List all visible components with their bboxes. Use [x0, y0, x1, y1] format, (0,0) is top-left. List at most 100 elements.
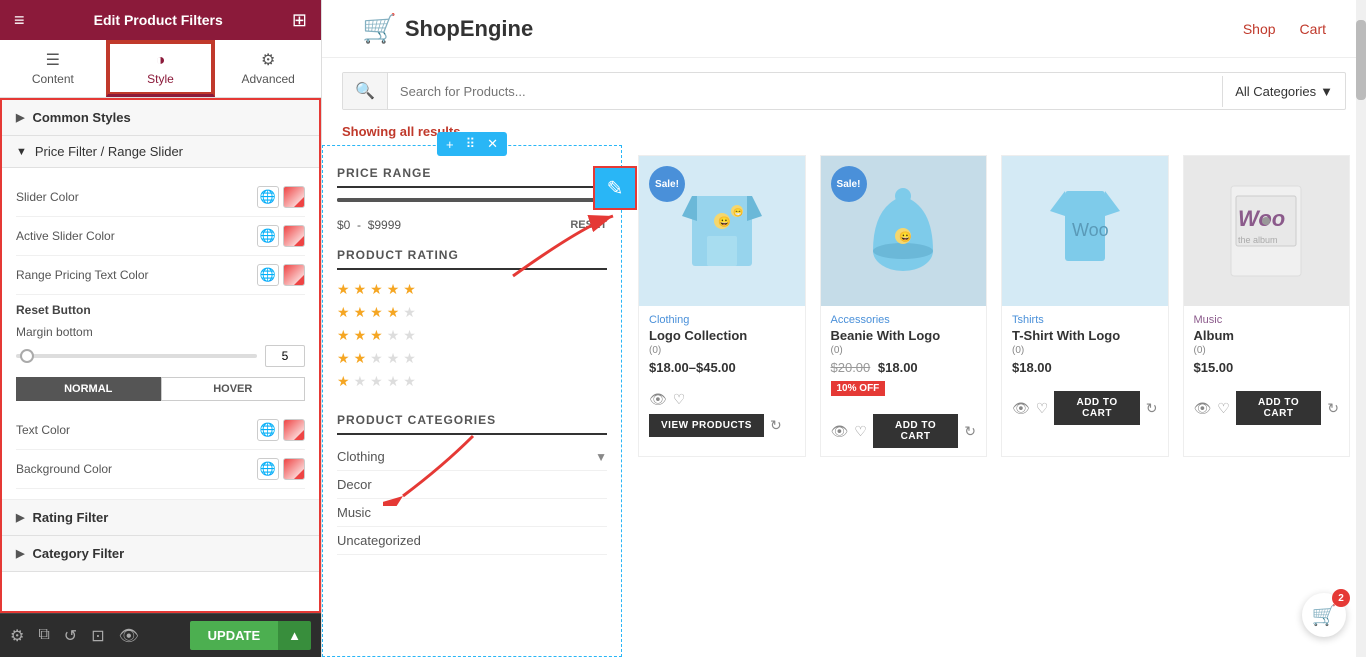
slider-color-swatch[interactable] [283, 186, 305, 208]
scrollbar[interactable] [1356, 0, 1366, 657]
view-products-btn-1[interactable]: VIEW PRODUCTS [649, 414, 764, 437]
bg-color-globe[interactable]: 🌐 [257, 458, 279, 480]
product-img-2: Sale! 😀 [821, 156, 987, 306]
menu-icon[interactable]: ≡ [14, 10, 25, 31]
active-slider-color-swatch[interactable] [283, 225, 305, 247]
edit-pencil-icon: ✎ [607, 176, 624, 201]
category-uncategorized[interactable]: Uncategorized [337, 527, 607, 555]
category-select[interactable]: All Categories ▼ [1222, 76, 1345, 107]
active-slider-color-icons: 🌐 [257, 225, 305, 247]
heart-icon-1[interactable]: ♡ [673, 391, 686, 408]
margin-bottom-slider-thumb[interactable] [20, 349, 34, 363]
nav-cart[interactable]: Cart [1300, 21, 1326, 37]
price-reset-btn[interactable]: RESET [570, 219, 607, 231]
bg-color-swatch[interactable] [283, 458, 305, 480]
slider-color-icons: 🌐 [257, 186, 305, 208]
settings-icon[interactable]: ⚙ [10, 626, 24, 646]
price-slider[interactable] [337, 198, 607, 202]
category-music[interactable]: Music [337, 499, 607, 527]
nav-shop[interactable]: Shop [1243, 21, 1276, 37]
cart-icon: 🛒 [1312, 603, 1337, 628]
heart-icon-2[interactable]: ♡ [854, 423, 867, 440]
rating-2-row[interactable]: ★ ★ ★ ★ ★ [337, 347, 607, 370]
svg-text:😀: 😀 [718, 216, 730, 228]
active-slider-color-globe[interactable]: 🌐 [257, 225, 279, 247]
shop-logo-icon: 🛒 [362, 12, 397, 45]
scrollbar-thumb[interactable] [1356, 20, 1366, 100]
product-category-3: Tshirts [1012, 314, 1158, 326]
eye-icon-4[interactable]: 👁 [1194, 400, 1212, 417]
margin-bottom-input[interactable] [265, 345, 305, 367]
range-pricing-text-color-globe[interactable]: 🌐 [257, 264, 279, 286]
widget-add-btn[interactable]: + [443, 135, 457, 154]
search-input[interactable] [388, 76, 1222, 107]
add-to-cart-btn-2[interactable]: ADD TO CART [873, 414, 958, 448]
product-actions-4: 👁 ♡ ADD TO CART ↻ [1184, 387, 1350, 433]
category-clothing[interactable]: Clothing ▼ [337, 443, 607, 471]
slider-color-globe[interactable]: 🌐 [257, 186, 279, 208]
add-to-cart-btn-4[interactable]: ADD TO CART [1236, 391, 1321, 425]
eye-icon-3[interactable]: 👁 [1012, 400, 1030, 417]
text-color-icons: 🌐 [257, 419, 305, 441]
tab-content[interactable]: ☰ Content [0, 40, 106, 97]
price-min: $0 - $9999 [337, 218, 401, 232]
product-actions-3: 👁 ♡ ADD TO CART ↻ [1002, 387, 1168, 433]
range-pricing-text-color-swatch[interactable] [283, 264, 305, 286]
add-to-cart-btn-3[interactable]: ADD TO CART [1054, 391, 1139, 425]
active-slider-color-row: Active Slider Color 🌐 [16, 217, 305, 256]
normal-state-btn[interactable]: NORMAL [16, 377, 161, 401]
svg-text:the album: the album [1238, 235, 1278, 245]
rating-4-row[interactable]: ★ ★ ★ ★ ★ [337, 301, 607, 324]
tab-advanced[interactable]: ⚙ Advanced [215, 40, 321, 97]
layers-icon[interactable]: ⧉ [38, 626, 49, 646]
product-img-1: Sale! 😀 😁 [639, 156, 805, 306]
refresh-icon-2[interactable]: ↻ [964, 423, 976, 440]
update-arrow-button[interactable]: ▲ [278, 621, 311, 650]
heart-icon-3[interactable]: ♡ [1036, 400, 1049, 417]
refresh-icon-1[interactable]: ↻ [770, 417, 782, 434]
rating-filter-header[interactable]: ▶ Rating Filter [2, 500, 319, 536]
grid-icon[interactable]: ⊞ [292, 10, 307, 31]
shop-logo: 🛒 ShopEngine [362, 12, 533, 45]
update-group: UPDATE ▲ [190, 621, 311, 650]
widget-move-btn[interactable]: ⠿ [463, 134, 479, 154]
svg-text:😁: 😁 [733, 208, 743, 217]
rating-3-row[interactable]: ★ ★ ★ ★ ★ [337, 324, 607, 347]
text-color-globe[interactable]: 🌐 [257, 419, 279, 441]
left-panel: ≡ Edit Product Filters ⊞ ☰ Content ◑ Sty… [0, 0, 322, 657]
eye-icon-2[interactable]: 👁 [831, 423, 849, 440]
star-filled-4: ★ [387, 281, 400, 298]
rating-1-row[interactable]: ★ ★ ★ ★ ★ [337, 370, 607, 393]
tab-style[interactable]: ◑ Style [106, 40, 216, 97]
product-price-3: $18.00 [1012, 360, 1158, 375]
heart-icon-4[interactable]: ♡ [1217, 400, 1230, 417]
cart-icon-wrap[interactable]: 🛒 2 [1302, 593, 1346, 637]
bg-color-row: Background Color 🌐 [16, 450, 305, 489]
responsive-icon[interactable]: ⊡ [91, 626, 104, 646]
widget-close-btn[interactable]: ✕ [484, 134, 501, 154]
panel-tabs: ☰ Content ◑ Style ⚙ Advanced [0, 40, 321, 98]
content-tab-icon: ☰ [0, 50, 106, 70]
common-styles-header[interactable]: ▶ Common Styles [2, 100, 319, 136]
old-price-2: $20.00 [831, 360, 871, 375]
hover-state-btn[interactable]: HOVER [161, 377, 306, 401]
edit-icon-overlay[interactable]: ✎ [593, 166, 637, 210]
category-decor[interactable]: Decor [337, 471, 607, 499]
margin-bottom-slider-track[interactable] [16, 354, 257, 358]
star-filled-3: ★ [370, 281, 383, 298]
price-filter-header[interactable]: ▼ Price Filter / Range Slider [2, 136, 319, 168]
product-img-4: Woo the album [1184, 156, 1350, 306]
widget-toolbar: + ⠿ ✕ [437, 132, 507, 156]
text-color-swatch[interactable] [283, 419, 305, 441]
eye-icon-1[interactable]: 👁 [649, 391, 667, 408]
history-icon[interactable]: ↺ [64, 626, 77, 646]
refresh-icon-3[interactable]: ↻ [1146, 400, 1158, 417]
rating-5-row[interactable]: ★ ★ ★ ★ ★ [337, 278, 607, 301]
update-button[interactable]: UPDATE [190, 621, 278, 650]
album-illustration: Woo the album [1226, 181, 1306, 281]
panel-footer: ⚙ ⧉ ↺ ⊡ 👁 UPDATE ▲ [0, 613, 321, 657]
eye-icon[interactable]: 👁 [119, 626, 139, 646]
category-filter-header[interactable]: ▶ Category Filter [2, 536, 319, 572]
refresh-icon-4[interactable]: ↻ [1327, 400, 1339, 417]
rating-filter-arrow: ▶ [16, 511, 24, 524]
